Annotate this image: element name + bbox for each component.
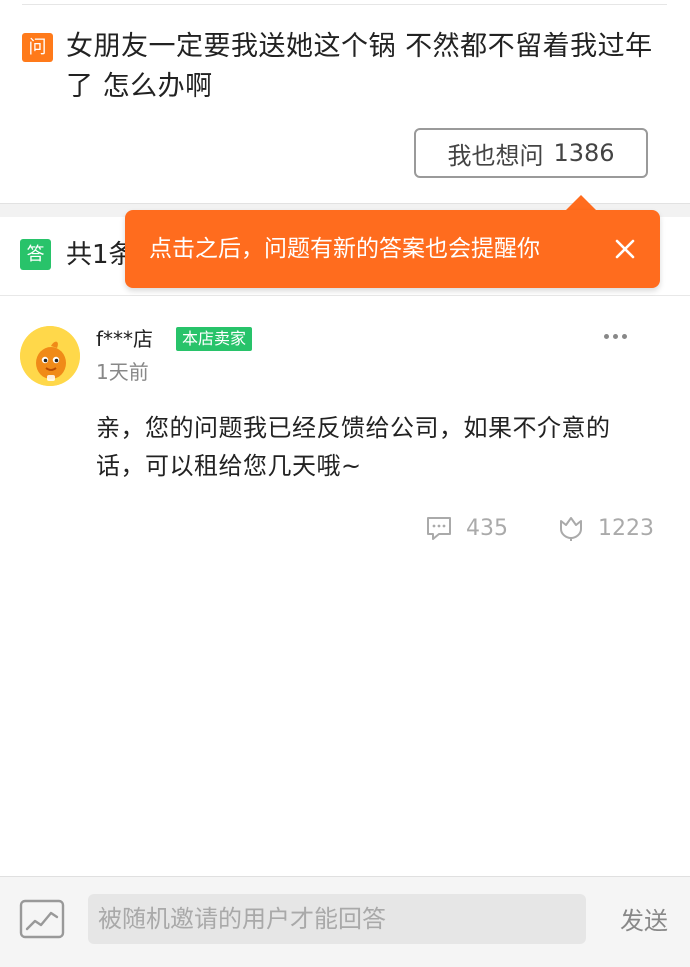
ask-too-count: 1386 [553, 139, 615, 167]
username[interactable]: f***店 [96, 324, 153, 354]
more-icon[interactable] [600, 326, 630, 346]
reply-input[interactable] [88, 894, 586, 944]
chart-icon[interactable] [19, 899, 65, 939]
comment-button[interactable]: 435 [424, 508, 508, 548]
tooltip-text: 点击之后，问题有新的答案也会提醒你 [149, 236, 540, 262]
answer-time: 1天前 [96, 360, 149, 384]
like-count: 1223 [598, 515, 654, 541]
avatar[interactable] [20, 326, 80, 386]
answer-text: 亲，您的问题我已经反馈给公司，如果不介意的话，可以租给您几天哦~ [96, 414, 611, 480]
ask-too-label: 我也想问 [447, 141, 544, 170]
comment-count: 435 [466, 515, 508, 541]
question-card: 问 女朋友一定要我送她这个锅 不然都不留着我过年了 怎么办啊 我也想问 1386 [0, 0, 690, 203]
comment-icon [424, 513, 454, 543]
answer-badge: 答 [20, 239, 51, 270]
follow-tooltip[interactable]: 点击之后，问题有新的答案也会提醒你 [125, 210, 660, 288]
ask-too-button[interactable]: 我也想问 1386 [414, 128, 648, 178]
question-text: 女朋友一定要我送她这个锅 不然都不留着我过年了 怎么办啊 [66, 31, 653, 102]
seller-tag: 本店卖家 [176, 327, 253, 351]
tooltip-arrow [565, 195, 597, 211]
divider [22, 4, 667, 5]
like-button[interactable]: 1223 [556, 508, 654, 548]
close-icon[interactable] [605, 229, 645, 269]
send-button[interactable]: 发送 [612, 899, 676, 943]
reply-bar: 发送 [0, 876, 690, 967]
question-badge: 问 [22, 33, 53, 62]
like-icon [556, 513, 586, 543]
answer-item: f***店 本店卖家 1天前 亲，您的问题我已经反馈给公司，如果不介意的话，可以… [0, 296, 690, 876]
